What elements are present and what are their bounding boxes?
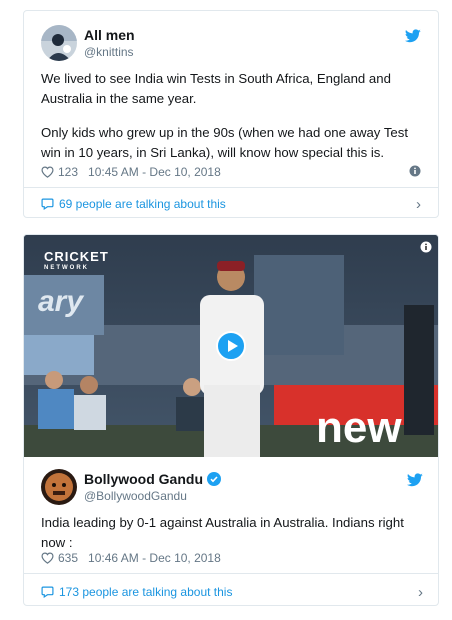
info-icon[interactable]	[409, 165, 421, 177]
user-handle[interactable]: @BollywoodGandu	[84, 489, 187, 503]
banner-text-left: ary	[38, 285, 84, 318]
divider	[24, 187, 438, 188]
chevron-right-icon[interactable]: ›	[418, 584, 423, 601]
avatar[interactable]	[41, 469, 77, 505]
like-count[interactable]: 123	[58, 165, 78, 179]
comment-icon	[41, 586, 54, 598]
display-name-row[interactable]: Bollywood Gandu	[84, 471, 221, 487]
conversation-count: 173 people are talking about this	[59, 585, 233, 599]
tweet-card-all-men[interactable]: All men @knittins We lived to see India …	[23, 10, 439, 218]
banner-text-right: new	[316, 403, 402, 452]
tweet-body: Bollywood Gandu @BollywoodGandu India le…	[24, 457, 438, 605]
verified-badge-icon	[207, 472, 221, 486]
display-name[interactable]: Bollywood Gandu	[84, 471, 203, 487]
video-player[interactable]: CRICKET NETWORK ary new	[24, 235, 438, 457]
logo-line-2: NETWORK	[44, 265, 89, 271]
twitter-bird-icon[interactable]	[407, 473, 423, 487]
cricket-network-logo: CRICKET NETWORK	[44, 249, 109, 271]
heart-icon[interactable]	[41, 552, 54, 564]
play-icon[interactable]	[216, 331, 246, 361]
conversation-link[interactable]: 69 people are talking about this ›	[41, 196, 421, 213]
tweet-meta: 635 10:46 AM - Dec 10, 2018	[41, 551, 221, 565]
conversation-link[interactable]: 173 people are talking about this ›	[41, 584, 423, 601]
info-icon[interactable]	[420, 241, 432, 253]
tweet-card-bollywood-gandu[interactable]: CRICKET NETWORK ary new Bollywood Gandu …	[23, 234, 439, 606]
logo-line-1: CRICKET	[44, 249, 109, 264]
tweet-text-paragraph-1: We lived to see India win Tests in South…	[41, 71, 391, 106]
comment-icon	[41, 198, 54, 210]
conversation-count: 69 people are talking about this	[59, 197, 226, 211]
user-handle[interactable]: @knittins	[84, 45, 134, 59]
timestamp[interactable]: 10:45 AM - Dec 10, 2018	[88, 165, 221, 179]
avatar[interactable]	[41, 25, 77, 61]
heart-icon[interactable]	[41, 166, 54, 178]
tweet-header: All men @knittins	[24, 11, 438, 63]
tweet-text-paragraph-2: Only kids who grew up in the 90s (when w…	[41, 125, 409, 160]
divider	[24, 573, 438, 574]
tweet-text: India leading by 0-1 against Australia i…	[41, 515, 404, 550]
display-name[interactable]: All men	[84, 27, 135, 43]
tweet-meta: 123 10:45 AM - Dec 10, 2018	[41, 165, 421, 179]
timestamp[interactable]: 10:46 AM - Dec 10, 2018	[88, 551, 221, 565]
twitter-bird-icon[interactable]	[405, 29, 421, 43]
like-count[interactable]: 635	[58, 551, 78, 565]
chevron-right-icon[interactable]: ›	[416, 196, 421, 213]
